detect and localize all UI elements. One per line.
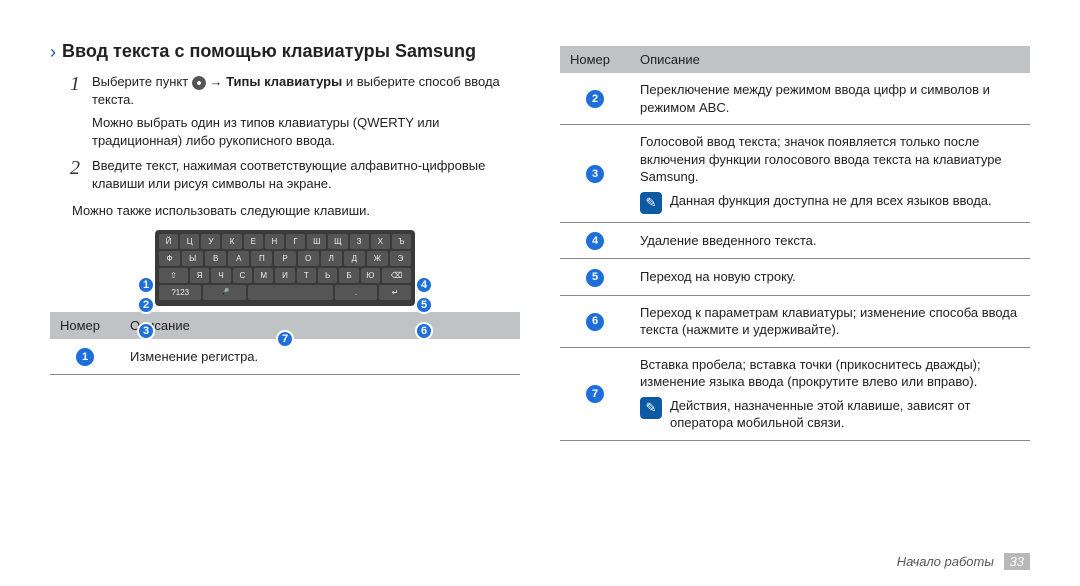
th-num: Номер bbox=[50, 312, 120, 339]
row-bubble: 3 bbox=[586, 165, 604, 183]
keyboard-key: К bbox=[222, 234, 241, 249]
keyboard-key: Я bbox=[190, 268, 209, 283]
post-steps-para: Можно также использовать следующие клави… bbox=[72, 202, 520, 220]
keyboard-key: Г bbox=[286, 234, 305, 249]
row-num-cell: 3 bbox=[560, 125, 630, 223]
keyboard-key: Ж bbox=[367, 251, 388, 266]
keyboard-key: Т bbox=[297, 268, 316, 283]
row-bubble: 7 bbox=[586, 385, 604, 403]
table-row: 4 Удаление введенного текста. bbox=[560, 222, 1030, 258]
callout-1: 1 bbox=[137, 276, 155, 294]
keyboard-key: Й bbox=[159, 234, 178, 249]
keyboard-key: З bbox=[350, 234, 369, 249]
row-num-cell: 4 bbox=[560, 222, 630, 258]
keyboard-key: ↵ bbox=[379, 285, 411, 300]
keyboard-key: Р bbox=[274, 251, 295, 266]
keyboard-key: П bbox=[251, 251, 272, 266]
row-bubble: 5 bbox=[586, 269, 604, 287]
steps-list: 1 Выберите пункт → Типы клавиатуры и выб… bbox=[50, 73, 520, 192]
note-text: Действия, назначенные этой клавише, зави… bbox=[670, 397, 1020, 432]
step-body: Выберите пункт → Типы клавиатуры и выбер… bbox=[92, 73, 520, 149]
callout-3: 3 bbox=[137, 322, 155, 340]
note-icon: ✎ bbox=[640, 192, 662, 214]
step1-sub: Можно выбрать один из типов клавиатуры (… bbox=[92, 114, 520, 149]
page-footer: Начало работы 33 bbox=[897, 553, 1030, 570]
section-heading: › Ввод текста с помощью клавиатуры Samsu… bbox=[50, 40, 520, 63]
row-bubble: 2 bbox=[586, 90, 604, 108]
keyboard-key: С bbox=[233, 268, 252, 283]
step-body: Введите текст, нажимая соответствующие а… bbox=[92, 157, 520, 192]
step1-bold: Типы клавиатуры bbox=[226, 74, 342, 89]
keyboard-key: Е bbox=[244, 234, 263, 249]
callout-7: 7 bbox=[276, 330, 294, 348]
table-row: 2 Переключение между режимом ввода цифр и… bbox=[560, 73, 1030, 125]
keyboard-key: Ц bbox=[180, 234, 199, 249]
step1-a: Выберите пункт bbox=[92, 74, 192, 89]
footer-section: Начало работы bbox=[897, 554, 994, 569]
keyboard-key: Д bbox=[344, 251, 365, 266]
th-desc: Описание bbox=[630, 46, 1030, 73]
row-num-cell: 5 bbox=[560, 259, 630, 295]
row-desc: Изменение регистра. bbox=[120, 339, 520, 375]
keyboard-key: Ъ bbox=[392, 234, 411, 249]
callout-6: 6 bbox=[415, 322, 433, 340]
keyboard-key: Ю bbox=[361, 268, 380, 283]
keyboard-key: Э bbox=[390, 251, 411, 266]
row-bubble: 4 bbox=[586, 232, 604, 250]
table-row: 7 Вставка пробела; вставка точки (прикосн… bbox=[560, 347, 1030, 440]
step-number: 1 bbox=[70, 73, 84, 149]
keyboard-key: ?123 bbox=[159, 285, 201, 300]
row-desc: Голосовой ввод текста; значок появляется… bbox=[630, 125, 1030, 223]
th-num: Номер bbox=[560, 46, 630, 73]
table-row: 3 Голосовой ввод текста; значок появляетс… bbox=[560, 125, 1030, 223]
keyboard-key: А bbox=[228, 251, 249, 266]
callout-5: 5 bbox=[415, 296, 433, 314]
gear-icon bbox=[192, 76, 206, 90]
keyboard-key: В bbox=[205, 251, 226, 266]
row-desc: Переход на новую строку. bbox=[630, 259, 1030, 295]
keyboard-key: ⇧ bbox=[159, 268, 188, 283]
row-desc: Удаление введенного текста. bbox=[630, 222, 1030, 258]
keyboard-illustration: ЙЦУКЕНГШЩЗХЪ ФЫВАПРОЛДЖЭ ⇧ЯЧСМИТЬБЮ⌫ ?123🎤.… bbox=[155, 230, 415, 306]
note-icon: ✎ bbox=[640, 397, 662, 419]
row-desc: Вставка пробела; вставка точки (прикосни… bbox=[630, 347, 1030, 440]
row-bubble: 1 bbox=[76, 348, 94, 366]
row-num-cell: 6 bbox=[560, 295, 630, 347]
keyboard-key: О bbox=[298, 251, 319, 266]
step-number: 2 bbox=[70, 157, 84, 192]
keyboard-key: ⌫ bbox=[382, 268, 411, 283]
keyboard-key: . bbox=[335, 285, 377, 300]
callout-4: 4 bbox=[415, 276, 433, 294]
chevron-icon: › bbox=[50, 42, 56, 63]
step1-b: → bbox=[209, 74, 226, 89]
heading-text: Ввод текста с помощью клавиатуры Samsung bbox=[62, 40, 476, 63]
keyboard-key: У bbox=[201, 234, 220, 249]
keyboard-key: Ч bbox=[211, 268, 230, 283]
th-desc: Описание bbox=[120, 312, 520, 339]
table-row: 5 Переход на новую строку. bbox=[560, 259, 1030, 295]
row-bubble: 6 bbox=[586, 313, 604, 331]
row-num-cell: 2 bbox=[560, 73, 630, 125]
row-desc: Переход к параметрам клавиатуры; изменен… bbox=[630, 295, 1030, 347]
footer-page: 33 bbox=[1004, 553, 1030, 570]
keyboard-key: Ф bbox=[159, 251, 180, 266]
note-text: Данная функция доступна не для всех язык… bbox=[670, 192, 1020, 210]
keyboard-key: Ш bbox=[307, 234, 326, 249]
keyboard-key bbox=[248, 285, 333, 300]
keyboard-key: Ь bbox=[318, 268, 337, 283]
keyboard-key: Х bbox=[371, 234, 390, 249]
keyboard-key: Ы bbox=[182, 251, 203, 266]
keyboard-key: Щ bbox=[328, 234, 347, 249]
keyboard-key: Б bbox=[339, 268, 358, 283]
keyboard-key: И bbox=[275, 268, 294, 283]
table-row: 6 Переход к параметрам клавиатуры; измене… bbox=[560, 295, 1030, 347]
keyboard-key: Л bbox=[321, 251, 342, 266]
desc-table-right: Номер Описание 2 Переключение между режим… bbox=[560, 46, 1030, 441]
keyboard-key: 🎤 bbox=[203, 285, 245, 300]
row-num-cell: 7 bbox=[560, 347, 630, 440]
keyboard-key: Н bbox=[265, 234, 284, 249]
callout-2: 2 bbox=[137, 296, 155, 314]
keyboard-key: М bbox=[254, 268, 273, 283]
row-desc: Переключение между режимом ввода цифр и … bbox=[630, 73, 1030, 125]
